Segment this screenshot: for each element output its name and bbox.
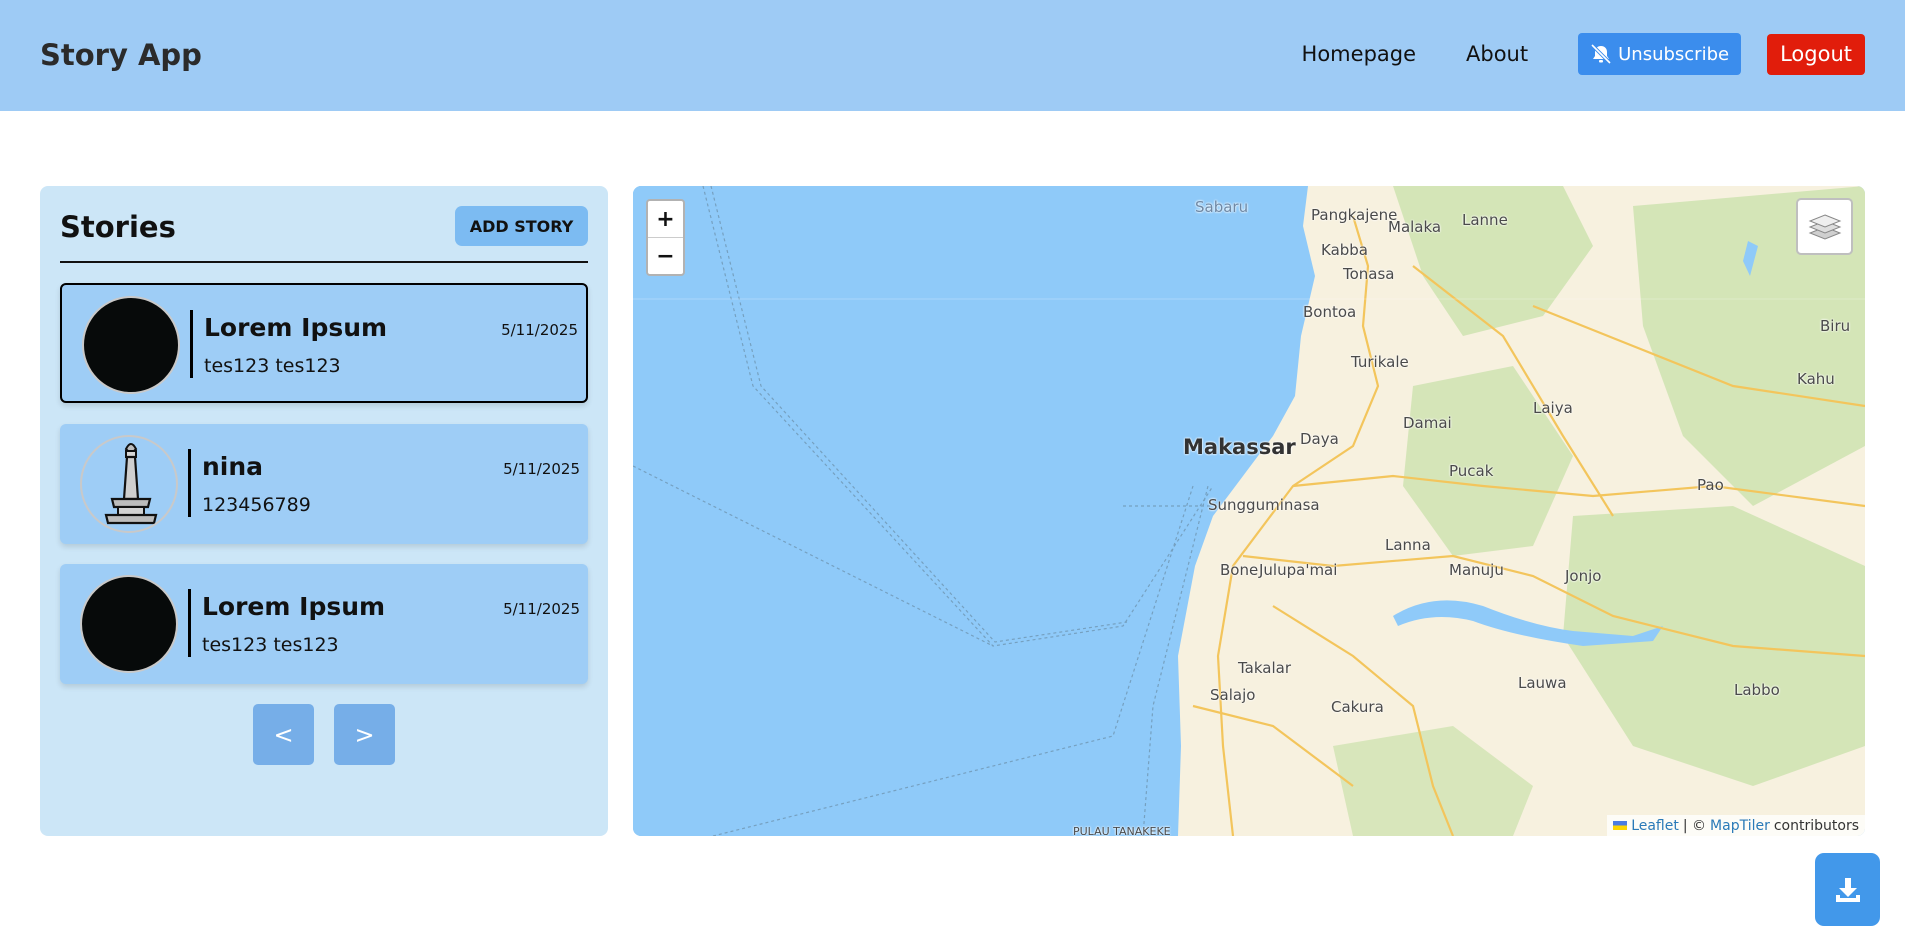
story-card[interactable]: Lorem Ipsum tes123 tes123 5/11/2025 (60, 564, 588, 684)
map-label: Manuju (1449, 561, 1504, 579)
story-image (80, 435, 178, 533)
story-map[interactable]: Sabaru Pangkajene Malaka Lanne Kabba Ton… (633, 186, 1865, 836)
divider (188, 449, 191, 517)
ukraine-flag-icon (1613, 821, 1628, 830)
zoom-out-button[interactable]: − (648, 238, 683, 275)
map-label: Pangkajene (1311, 206, 1398, 224)
map-label: Biru (1820, 317, 1851, 335)
unsubscribe-label: Unsubscribe (1618, 43, 1730, 65)
nav-homepage[interactable]: Homepage (1302, 42, 1416, 66)
map-label: Cakura (1331, 698, 1384, 716)
map-label: Bone (1220, 561, 1259, 579)
map-label: Lauwa (1518, 674, 1567, 692)
install-app-button[interactable] (1815, 853, 1880, 926)
attribution-contributors: contributors (1773, 817, 1859, 834)
map-label: Kahu (1797, 370, 1835, 388)
story-title: nina (202, 452, 264, 481)
prev-page-button[interactable]: < (253, 704, 314, 765)
stories-panel: Stories ADD STORY Lorem Ipsum tes123 tes… (40, 186, 608, 836)
story-date: 5/11/2025 (503, 600, 580, 618)
map-label: Pucak (1449, 462, 1494, 480)
map-label: Daya (1300, 430, 1339, 448)
map-label-city: Makassar (1183, 435, 1296, 459)
story-description: tes123 tes123 (204, 355, 341, 377)
story-title: Lorem Ipsum (202, 592, 386, 621)
zoom-control: + − (646, 199, 685, 276)
map-label: Julupa'mai (1259, 561, 1338, 579)
map-label: PULAU TANAKEKE (1073, 825, 1171, 836)
layers-icon (1808, 213, 1841, 240)
layers-button[interactable] (1796, 198, 1853, 255)
zoom-in-button[interactable]: + (648, 201, 683, 238)
map-label: Turikale (1351, 353, 1409, 371)
app-header: Story App Homepage About Unsubscribe Log… (0, 0, 1905, 111)
map-label: Laiya (1533, 399, 1573, 417)
nav-about[interactable]: About (1466, 42, 1528, 66)
story-description: tes123 tes123 (202, 634, 339, 656)
bell-slash-icon (1590, 44, 1612, 64)
map-label: Tonasa (1343, 265, 1395, 283)
stories-heading: Stories (60, 210, 176, 244)
download-icon (1835, 877, 1860, 902)
divider (190, 310, 193, 378)
map-label: Bontoa (1303, 303, 1357, 321)
map-label: Jonjo (1565, 567, 1602, 585)
next-page-button[interactable]: > (334, 704, 395, 765)
maptiler-link[interactable]: MapTiler (1710, 818, 1770, 834)
map-label: Damai (1403, 414, 1452, 432)
map-label: Pao (1697, 476, 1724, 494)
map-label: Labbo (1734, 681, 1780, 699)
divider (188, 589, 191, 657)
story-card[interactable]: nina 123456789 5/11/2025 (60, 424, 588, 544)
map-label: Kabba (1321, 241, 1368, 259)
story-date: 5/11/2025 (503, 460, 580, 478)
map-label: Salajo (1210, 686, 1256, 704)
leaflet-link[interactable]: Leaflet (1631, 818, 1679, 834)
map-label: Takalar (1238, 659, 1292, 677)
divider (60, 261, 588, 263)
map-label: Sabaru (1195, 198, 1249, 216)
map-attribution: Leaflet | © MapTiler contributors (1607, 815, 1865, 836)
map-label: Lanna (1385, 536, 1431, 554)
story-image (80, 575, 178, 673)
add-story-button[interactable]: ADD STORY (455, 206, 588, 246)
logout-button[interactable]: Logout (1767, 33, 1865, 75)
story-image (82, 296, 180, 394)
monument-icon (104, 443, 158, 525)
story-description: 123456789 (202, 494, 311, 516)
map-label: Sungguminasa (1208, 496, 1320, 514)
attribution-separator: | © (1682, 817, 1707, 834)
unsubscribe-button[interactable]: Unsubscribe (1578, 33, 1742, 75)
story-date: 5/11/2025 (501, 321, 578, 339)
map-label: Lanne (1462, 211, 1508, 229)
map-label: Malaka (1388, 218, 1442, 236)
story-title: Lorem Ipsum (204, 313, 388, 342)
app-title[interactable]: Story App (40, 38, 202, 72)
story-card[interactable]: Lorem Ipsum tes123 tes123 5/11/2025 (60, 283, 588, 403)
main-nav: Homepage About Unsubscribe Logout (1302, 33, 1865, 75)
